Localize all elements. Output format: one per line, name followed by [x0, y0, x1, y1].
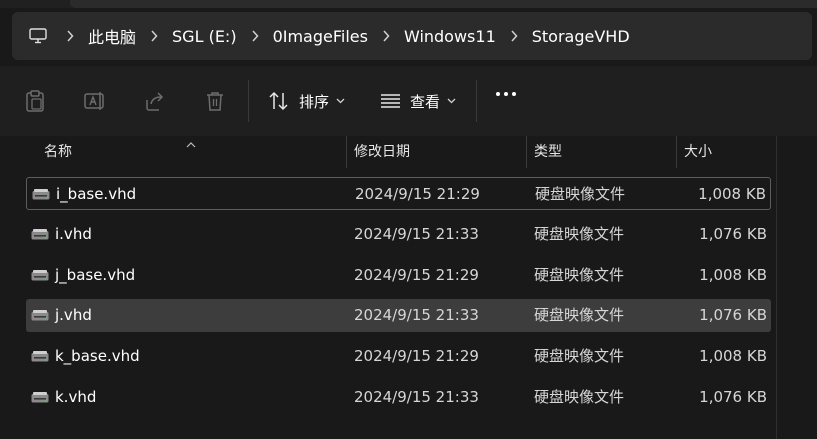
file-size: 1,008 KB: [699, 347, 767, 365]
column-divider[interactable]: [346, 136, 347, 168]
sort-button[interactable]: 排序: [268, 88, 345, 114]
hard-disk-icon: [31, 310, 49, 321]
breadcrumb-storagevhd[interactable]: StorageVHD: [532, 27, 630, 46]
column-header-date[interactable]: 修改日期: [354, 136, 410, 168]
file-type: 硬盘映像文件: [534, 347, 625, 365]
file-size: 1,008 KB: [698, 185, 766, 203]
breadcrumb-this-pc[interactable]: 此电脑: [88, 24, 136, 48]
file-type: 硬盘映像文件: [535, 185, 626, 203]
file-type: 硬盘映像文件: [534, 266, 625, 284]
column-header-row: 名称 修改日期 类型 大小: [0, 136, 817, 168]
chevron-down-icon: [336, 98, 345, 104]
more-options-icon[interactable]: [496, 92, 516, 96]
chevron-down-icon: [447, 98, 456, 104]
file-name: j.vhd: [55, 306, 92, 324]
column-header-size[interactable]: 大小: [684, 136, 712, 168]
file-type: 硬盘映像文件: [534, 225, 625, 243]
address-bar[interactable]: 此电脑 SGL (E:) 0ImageFiles Windows11 Stora…: [12, 12, 812, 60]
paste-icon[interactable]: [22, 88, 48, 114]
view-icon: [380, 93, 401, 109]
column-header-type[interactable]: 类型: [534, 136, 562, 168]
file-name: i.vhd: [55, 225, 92, 243]
hard-disk-icon: [31, 351, 49, 362]
breadcrumb-0imagefiles[interactable]: 0ImageFiles: [273, 27, 368, 46]
tab-edge: [70, 0, 817, 8]
list-item[interactable]: k.vhd 2024/9/15 21:33 硬盘映像文件 1,076 KB: [26, 381, 771, 414]
file-size: 1,008 KB: [699, 266, 767, 284]
list-item[interactable]: k_base.vhd 2024/9/15 21:29 硬盘映像文件 1,008 …: [26, 340, 771, 373]
column-divider: [776, 136, 777, 439]
file-date: 2024/9/15 21:29: [355, 185, 480, 203]
sort-ascending-icon: [186, 134, 196, 152]
hard-disk-icon: [31, 270, 49, 281]
toolbar-divider: [248, 80, 249, 122]
file-size: 1,076 KB: [699, 225, 767, 243]
column-divider[interactable]: [526, 136, 527, 168]
chevron-right-icon[interactable]: [510, 30, 518, 42]
sort-icon: [268, 91, 290, 111]
breadcrumb-windows11[interactable]: Windows11: [404, 27, 496, 46]
file-name: j_base.vhd: [55, 266, 136, 284]
file-name: k.vhd: [55, 388, 97, 406]
hard-disk-icon: [31, 392, 49, 403]
view-label: 查看: [410, 92, 441, 111]
chevron-right-icon[interactable]: [251, 30, 259, 42]
chevron-right-icon[interactable]: [382, 30, 390, 42]
file-type: 硬盘映像文件: [534, 306, 625, 324]
column-header-name[interactable]: 名称: [44, 136, 72, 168]
file-date: 2024/9/15 21:29: [354, 266, 479, 284]
file-size: 1,076 KB: [699, 388, 767, 406]
toolbar-divider: [476, 80, 477, 122]
file-date: 2024/9/15 21:33: [354, 225, 479, 243]
list-item[interactable]: i.vhd 2024/9/15 21:33 硬盘映像文件 1,076 KB: [26, 218, 771, 251]
file-size: 1,076 KB: [699, 306, 767, 324]
hard-disk-icon: [31, 229, 49, 240]
hard-disk-icon: [32, 189, 50, 200]
breadcrumb-drive[interactable]: SGL (E:): [172, 27, 237, 46]
this-pc-icon[interactable]: [28, 26, 48, 46]
file-name: i_base.vhd: [56, 185, 137, 203]
rename-icon[interactable]: [82, 88, 108, 114]
command-bar: 排序 查看: [0, 66, 817, 136]
delete-icon[interactable]: [202, 88, 228, 114]
column-divider[interactable]: [676, 136, 677, 168]
view-button[interactable]: 查看: [380, 88, 456, 114]
sort-label: 排序: [299, 92, 330, 111]
file-type: 硬盘映像文件: [534, 388, 625, 406]
file-date: 2024/9/15 21:29: [354, 347, 479, 365]
list-item[interactable]: j_base.vhd 2024/9/15 21:29 硬盘映像文件 1,008 …: [26, 259, 771, 292]
chevron-right-icon[interactable]: [66, 30, 74, 42]
file-name: k_base.vhd: [55, 347, 140, 365]
file-date: 2024/9/15 21:33: [354, 388, 479, 406]
list-item[interactable]: i_base.vhd 2024/9/15 21:29 硬盘映像文件 1,008 …: [26, 177, 771, 210]
file-date: 2024/9/15 21:33: [354, 306, 479, 324]
window-top-strip: [0, 0, 817, 8]
list-item[interactable]: j.vhd 2024/9/15 21:33 硬盘映像文件 1,076 KB: [26, 299, 771, 332]
share-icon[interactable]: [142, 88, 168, 114]
chevron-right-icon[interactable]: [150, 30, 158, 42]
